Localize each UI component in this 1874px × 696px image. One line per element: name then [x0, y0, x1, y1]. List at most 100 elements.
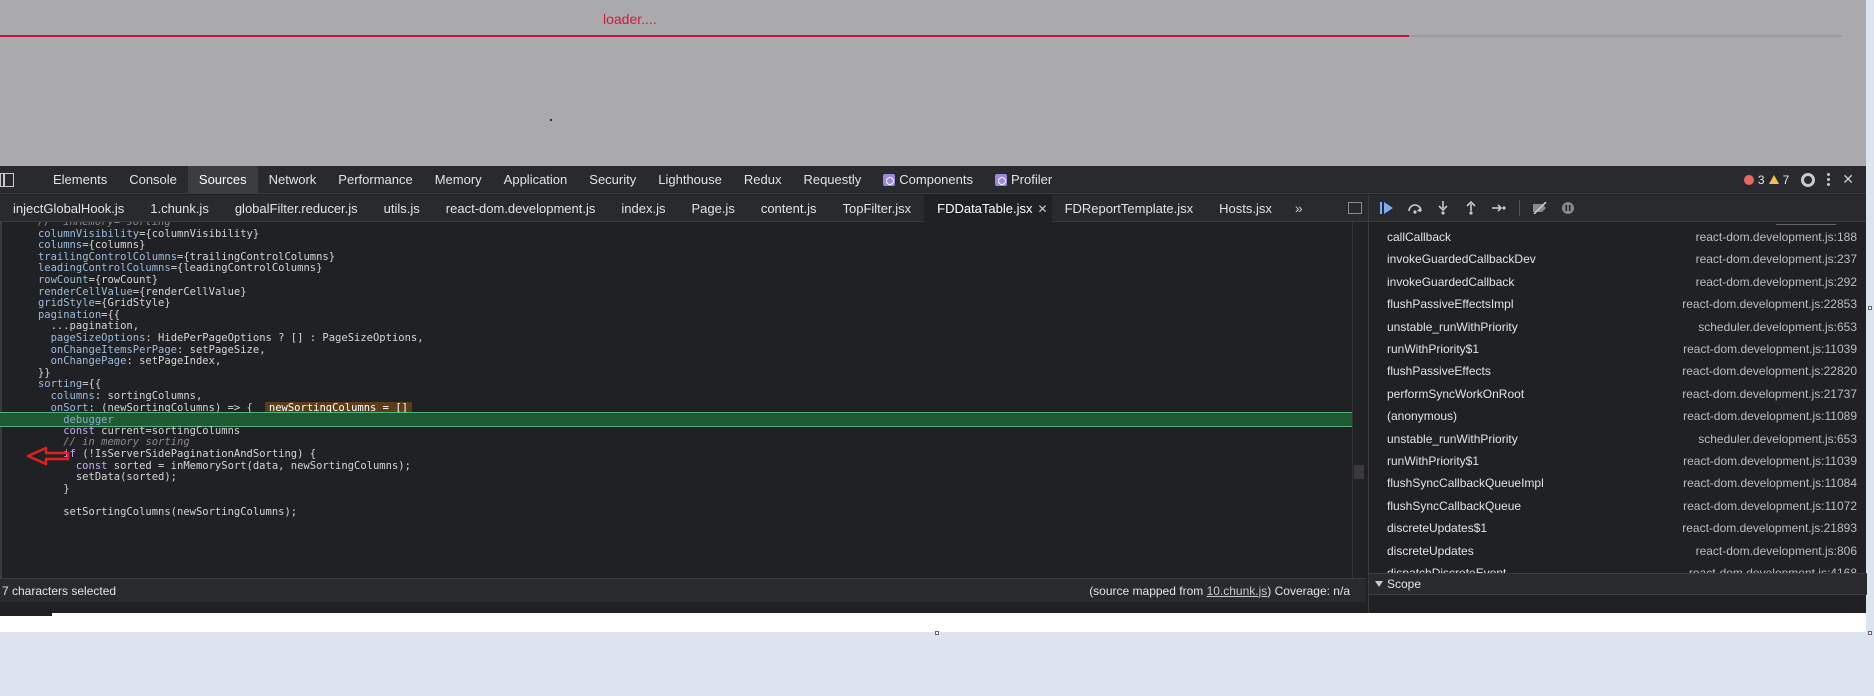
tab-label: Application [503, 171, 568, 187]
call-frame[interactable]: (anonymous) react-dom.development.js:1108… [1369, 405, 1867, 427]
call-frame[interactable]: discreteUpdates$1 react-dom.development.j… [1369, 517, 1867, 539]
tab-elements[interactable]: Elements [42, 166, 118, 194]
call-frame[interactable]: dispatchDiscreteEvent react-dom.developme… [1369, 562, 1867, 573]
tab-sources[interactable]: Sources [187, 165, 258, 194]
tab-requestly[interactable]: Requestly [792, 166, 872, 194]
call-frame[interactable]: discreteUpdates react-dom.development.js:… [1369, 540, 1867, 562]
file-tab-label: react-dom.development.js [445, 200, 596, 216]
file-tab[interactable]: FDReportTemplate.jsx [1052, 195, 1207, 222]
tab-components[interactable]: Components [872, 166, 984, 194]
file-tab[interactable]: TopFilter.jsx [829, 195, 924, 222]
resize-handle[interactable] [1868, 631, 1872, 635]
devtools-toolbar-right: 3 7 ✕ [1743, 171, 1866, 188]
call-frame[interactable]: invokeGuardedCallback react-dom.developme… [1369, 271, 1867, 293]
step-out-icon[interactable] [1463, 201, 1479, 215]
source-map-status: (source mapped from 10.chunk.js) Coverag… [1089, 584, 1366, 598]
tab-profiler[interactable]: Profiler [984, 166, 1063, 194]
file-tab[interactable]: index.js [608, 195, 678, 222]
file-tab[interactable]: FDDataTable.jsx ✕ [924, 194, 1052, 223]
call-frame-location[interactable]: react-dom.development.js:11039 [1683, 454, 1857, 468]
call-frame-function: flushSyncCallbackQueue [1387, 498, 1522, 513]
tab-label: Profiler [1010, 171, 1053, 187]
call-frame-location[interactable]: react-dom.development.js:21893 [1682, 521, 1857, 535]
kebab-menu-icon[interactable] [1827, 173, 1831, 186]
call-frame-location[interactable]: react-dom.development.js:22853 [1682, 297, 1857, 311]
call-frame-function: discreteUpdates$1 [1387, 521, 1488, 536]
resume-icon[interactable] [1379, 201, 1395, 215]
deactivate-breakpoints-icon[interactable] [1532, 201, 1548, 215]
resize-handle[interactable] [1868, 306, 1872, 310]
scope-section-header[interactable]: Scope [1369, 573, 1867, 595]
step-icon[interactable] [1491, 201, 1507, 215]
file-tab-label: FDReportTemplate.jsx [1064, 200, 1194, 216]
call-frame-location[interactable]: react-dom.development.js:11084 [1683, 476, 1857, 490]
call-frame-function: callCallback [1387, 230, 1452, 244]
close-icon[interactable]: ✕ [1842, 171, 1854, 188]
call-frame[interactable]: performSyncWorkOnRoot react-dom.developme… [1369, 383, 1867, 405]
react-devtools-icon [883, 173, 896, 186]
step-over-icon[interactable] [1407, 201, 1423, 215]
file-tab[interactable]: globalFilter.reducer.js [222, 195, 371, 222]
call-frame-location[interactable]: react-dom.development.js:22820 [1682, 364, 1857, 378]
call-frame-location[interactable]: scheduler.development.js:653 [1698, 432, 1857, 446]
editor-scrollbar[interactable] [1352, 222, 1365, 578]
call-frame-location[interactable]: react-dom.development.js:806 [1696, 544, 1857, 558]
call-frame[interactable]: unstable_runWithPriority scheduler.develo… [1369, 316, 1867, 338]
issues-counter[interactable]: 3 7 [1743, 173, 1789, 187]
file-tab[interactable]: injectGlobalHook.js [0, 195, 137, 222]
panel-tab-list: Elements Console Sources Network Performance… [42, 165, 1063, 194]
file-tab[interactable]: Hosts.jsx [1206, 195, 1285, 222]
tab-memory[interactable]: Memory [424, 166, 493, 194]
file-tab[interactable]: 1.chunk.js [137, 195, 222, 222]
call-frame-location[interactable]: react-dom.development.js:21737 [1682, 387, 1857, 401]
call-frame-location[interactable]: react-dom.development.js:4168 [1689, 566, 1857, 573]
tab-redux[interactable]: Redux [733, 166, 793, 194]
call-frame[interactable]: flushPassiveEffects react-dom.development… [1369, 360, 1867, 382]
file-tab[interactable]: react-dom.development.js [433, 195, 609, 222]
call-frame-function: runWithPriority$1 [1387, 454, 1480, 468]
editor-status-bar: 7 characters selected (source mapped fro… [0, 578, 1366, 602]
toolbar-separator [1519, 200, 1520, 216]
react-devtools-icon [994, 173, 1007, 186]
call-frame[interactable]: callCallback react-dom.development.js:188 [1369, 226, 1867, 248]
tab-performance[interactable]: Performance [327, 166, 423, 194]
call-frame[interactable]: runWithPriority$1 react-dom.development.j… [1369, 450, 1867, 472]
file-tab[interactable]: Page.js [678, 195, 747, 222]
file-tab-label: Page.js [691, 200, 735, 216]
scrollbar-thumb[interactable] [1354, 465, 1364, 479]
gear-icon[interactable] [1801, 172, 1816, 187]
close-tab-icon[interactable]: ✕ [1038, 196, 1048, 223]
call-frame[interactable]: unstable_runWithPriority scheduler.develo… [1369, 428, 1867, 450]
pause-on-exceptions-icon[interactable] [1560, 201, 1576, 215]
more-tabs-icon[interactable]: » [1285, 200, 1313, 216]
call-frame-location[interactable]: react-dom.development.js:11072 [1683, 499, 1857, 513]
tab-label: Sources [198, 171, 247, 187]
tab-security[interactable]: Security [578, 166, 647, 194]
tab-label: Requestly [803, 171, 862, 187]
file-tab[interactable]: content.js [748, 195, 830, 222]
call-frame-location[interactable]: react-dom.development.js:237 [1696, 252, 1857, 266]
call-frame[interactable]: flushSyncCallbackQueueImpl react-dom.deve… [1369, 472, 1867, 494]
call-frame-location[interactable]: react-dom.development.js:11089 [1683, 409, 1857, 423]
call-frame-location[interactable]: react-dom.development.js:188 [1696, 230, 1857, 244]
call-frame-location[interactable]: react-dom.development.js:11039 [1683, 342, 1857, 356]
source-map-link[interactable]: 10.chunk.js [1207, 584, 1268, 598]
tab-lighthouse[interactable]: Lighthouse [647, 166, 733, 194]
call-frame-location[interactable]: scheduler.development.js:653 [1698, 320, 1857, 334]
resize-handle[interactable] [935, 631, 939, 635]
call-frame-location[interactable]: react-dom.development.js:292 [1696, 275, 1857, 289]
selection-status: 7 characters selected [2, 583, 117, 598]
file-tab[interactable]: utils.js [371, 195, 433, 222]
call-frame[interactable]: runWithPriority$1 react-dom.development.j… [1369, 338, 1867, 360]
file-tab-label: FDDataTable.jsx [937, 200, 1033, 216]
call-frame[interactable]: invokeGuardedCallbackDev react-dom.develo… [1369, 248, 1867, 270]
call-frame[interactable]: flushSyncCallbackQueue react-dom.developm… [1369, 495, 1867, 517]
tab-network[interactable]: Network [258, 166, 328, 194]
tab-console[interactable]: Console [118, 166, 188, 194]
toggle-debugger-icon[interactable] [1348, 202, 1362, 214]
tab-application[interactable]: Application [493, 166, 579, 194]
step-into-icon[interactable] [1435, 201, 1451, 215]
dock-side-icon[interactable] [0, 172, 14, 187]
code-editor[interactable]: // inMemory="sorting" columnVisibility={… [0, 222, 1352, 578]
call-frame[interactable]: flushPassiveEffectsImpl react-dom.develop… [1369, 293, 1867, 315]
